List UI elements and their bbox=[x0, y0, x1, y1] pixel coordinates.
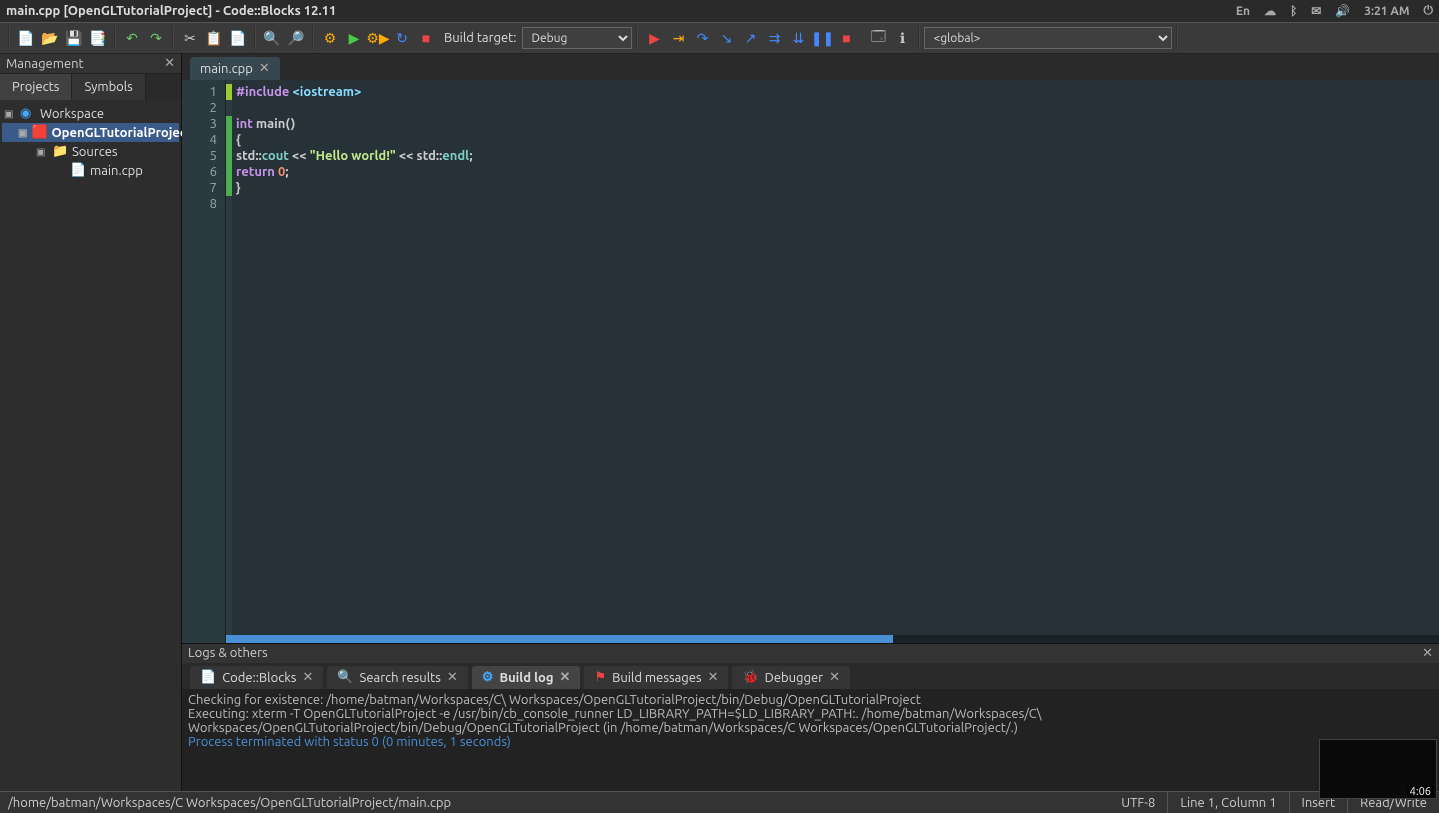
cut-button[interactable]: ✂ bbox=[179, 27, 201, 49]
tree-label: OpenGLTutorialProject bbox=[51, 126, 191, 140]
status-encoding: UTF-8 bbox=[1109, 792, 1168, 813]
tree-label: main.cpp bbox=[90, 164, 143, 178]
abort-button[interactable]: ■ bbox=[415, 27, 437, 49]
workspace-icon: ◉ bbox=[20, 106, 36, 121]
close-tab-button[interactable]: ✕ bbox=[259, 61, 270, 76]
step-out-button[interactable]: ↗ bbox=[739, 27, 761, 49]
break-button[interactable]: ❚❚ bbox=[811, 27, 833, 49]
tree-workspace[interactable]: ▣ ◉ Workspace bbox=[2, 104, 179, 123]
logs-close-button[interactable]: ✕ bbox=[1422, 646, 1433, 661]
tree-label: Workspace bbox=[40, 107, 104, 121]
stop-debug-button[interactable]: ■ bbox=[835, 27, 857, 49]
mail-icon[interactable]: ✉ bbox=[1311, 4, 1321, 18]
close-icon[interactable]: ✕ bbox=[447, 670, 458, 685]
search-icon: 🔍 bbox=[337, 670, 353, 685]
debug-info-button[interactable]: ℹ bbox=[891, 27, 913, 49]
save-button[interactable]: 💾 bbox=[63, 27, 85, 49]
save-all-button[interactable]: 📑 bbox=[87, 27, 109, 49]
management-close-button[interactable]: ✕ bbox=[164, 56, 175, 71]
logs-panel: Logs & others ✕ 📄Code::Blocks✕ 🔍Search r… bbox=[182, 643, 1439, 791]
close-icon[interactable]: ✕ bbox=[708, 670, 719, 685]
titlebar: main.cpp [OpenGLTutorialProject] - Code:… bbox=[0, 0, 1439, 22]
expand-icon[interactable]: ▣ bbox=[36, 146, 48, 158]
log-content[interactable]: Checking for existence: /home/batman/Wor… bbox=[182, 689, 1439, 791]
doc-icon: 📄 bbox=[200, 670, 216, 685]
undo-button[interactable]: ↶ bbox=[121, 27, 143, 49]
gutter: 1 2 3 4 5 6 7 8 bbox=[182, 80, 226, 643]
status-path: /home/batman/Workspaces/C Workspaces/Ope… bbox=[0, 796, 1109, 810]
status-position: Line 1, Column 1 bbox=[1168, 792, 1289, 813]
close-icon[interactable]: ✕ bbox=[560, 670, 571, 685]
log-tab-search[interactable]: 🔍Search results✕ bbox=[327, 666, 467, 689]
bug-icon: 🐞 bbox=[742, 670, 758, 685]
tree-sources[interactable]: ▣ 📁 Sources bbox=[2, 142, 179, 161]
project-tree: ▣ ◉ Workspace ▣ 🟥 OpenGLTutorialProject … bbox=[0, 100, 181, 184]
run-button[interactable]: ▶ bbox=[343, 27, 365, 49]
tab-projects[interactable]: Projects bbox=[0, 74, 72, 100]
log-line: Checking for existence: /home/batman/Wor… bbox=[188, 693, 1433, 707]
folder-icon: 📁 bbox=[52, 144, 68, 159]
next-instr-button[interactable]: ⇉ bbox=[763, 27, 785, 49]
tree-label: Sources bbox=[72, 145, 118, 159]
find-button[interactable]: 🔍 bbox=[261, 27, 283, 49]
expand-icon[interactable]: ▣ bbox=[18, 127, 27, 139]
file-icon: 📄 bbox=[70, 163, 86, 178]
statusbar: /home/batman/Workspaces/C Workspaces/Ope… bbox=[0, 791, 1439, 813]
log-tab-debugger[interactable]: 🐞Debugger✕ bbox=[732, 666, 850, 689]
management-title: Management bbox=[6, 57, 84, 71]
rebuild-button[interactable]: ↻ bbox=[391, 27, 413, 49]
copy-button[interactable]: 📋 bbox=[203, 27, 225, 49]
management-panel: Management ✕ Projects Symbols ▣ ◉ Worksp… bbox=[0, 54, 182, 791]
build-target-label: Build target: bbox=[444, 31, 516, 45]
build-run-button[interactable]: ⚙▶ bbox=[367, 27, 389, 49]
cloud-icon[interactable]: ☁ bbox=[1264, 4, 1276, 18]
code-content[interactable]: #include <iostream> int main() { std::co… bbox=[232, 80, 481, 643]
tree-file[interactable]: 📄 main.cpp bbox=[2, 161, 179, 180]
pip-timestamp: 4:06 bbox=[1407, 786, 1434, 798]
expand-icon[interactable]: ▣ bbox=[4, 108, 16, 120]
editor-hscrollbar[interactable] bbox=[226, 635, 1439, 643]
bluetooth-icon[interactable]: ᛒ bbox=[1290, 5, 1297, 18]
logs-title: Logs & others bbox=[188, 646, 268, 661]
volume-icon[interactable]: 🔊 bbox=[1335, 4, 1350, 18]
power-icon[interactable]: ⏻ bbox=[1424, 4, 1434, 18]
paste-button[interactable]: 📄 bbox=[227, 27, 249, 49]
code-editor[interactable]: 1 2 3 4 5 6 7 8 #include <iostream> int … bbox=[182, 80, 1439, 643]
open-file-button[interactable]: 📂 bbox=[39, 27, 61, 49]
clock[interactable]: 3:21 AM bbox=[1364, 5, 1409, 18]
log-tab-buildlog[interactable]: ⚙Build log✕ bbox=[472, 666, 581, 689]
tab-symbols[interactable]: Symbols bbox=[72, 74, 145, 100]
new-file-button[interactable]: 📄 bbox=[15, 27, 37, 49]
close-icon[interactable]: ✕ bbox=[829, 670, 840, 685]
video-pip[interactable]: 4:06 bbox=[1319, 739, 1437, 799]
step-over-button[interactable]: ↷ bbox=[691, 27, 713, 49]
editor-area: main.cpp ✕ 1 2 3 4 5 6 7 8 bbox=[182, 54, 1439, 643]
log-tab-codeblocks[interactable]: 📄Code::Blocks✕ bbox=[190, 666, 323, 689]
project-icon: 🟥 bbox=[31, 125, 47, 140]
run-to-cursor-button[interactable]: ⇥ bbox=[667, 27, 689, 49]
debug-windows-button[interactable]: 🗔 bbox=[867, 27, 889, 49]
debug-start-button[interactable]: ▶ bbox=[643, 27, 665, 49]
scope-select[interactable]: <global> bbox=[924, 27, 1172, 49]
step-instr-button[interactable]: ⇊ bbox=[787, 27, 809, 49]
close-icon[interactable]: ✕ bbox=[302, 670, 313, 685]
gear-icon: ⚙ bbox=[482, 670, 494, 685]
file-tab-label: main.cpp bbox=[200, 62, 253, 76]
window-title: main.cpp [OpenGLTutorialProject] - Code:… bbox=[6, 4, 336, 18]
file-tab-main[interactable]: main.cpp ✕ bbox=[190, 57, 280, 80]
redo-button[interactable]: ↷ bbox=[145, 27, 167, 49]
log-line: Executing: xterm -T OpenGLTutorialProjec… bbox=[188, 707, 1433, 735]
replace-button[interactable]: 🔎 bbox=[285, 27, 307, 49]
tree-project[interactable]: ▣ 🟥 OpenGLTutorialProject bbox=[2, 123, 179, 142]
flag-icon: ⚑ bbox=[594, 670, 606, 685]
step-into-button[interactable]: ↘ bbox=[715, 27, 737, 49]
log-line: Process terminated with status 0 (0 minu… bbox=[188, 735, 1433, 749]
build-button[interactable]: ⚙ bbox=[319, 27, 341, 49]
keyboard-lang[interactable]: En bbox=[1236, 5, 1250, 18]
main-toolbar: 📄 📂 💾 📑 ↶ ↷ ✂ 📋 📄 🔍 🔎 ⚙ ▶ ⚙▶ ↻ ■ Build t… bbox=[0, 22, 1439, 54]
system-tray: En ☁ ᛒ ✉ 🔊 3:21 AM ⏻ bbox=[1236, 4, 1433, 18]
build-target-select[interactable]: Debug bbox=[522, 27, 632, 49]
log-tab-buildmsg[interactable]: ⚑Build messages✕ bbox=[584, 666, 728, 689]
